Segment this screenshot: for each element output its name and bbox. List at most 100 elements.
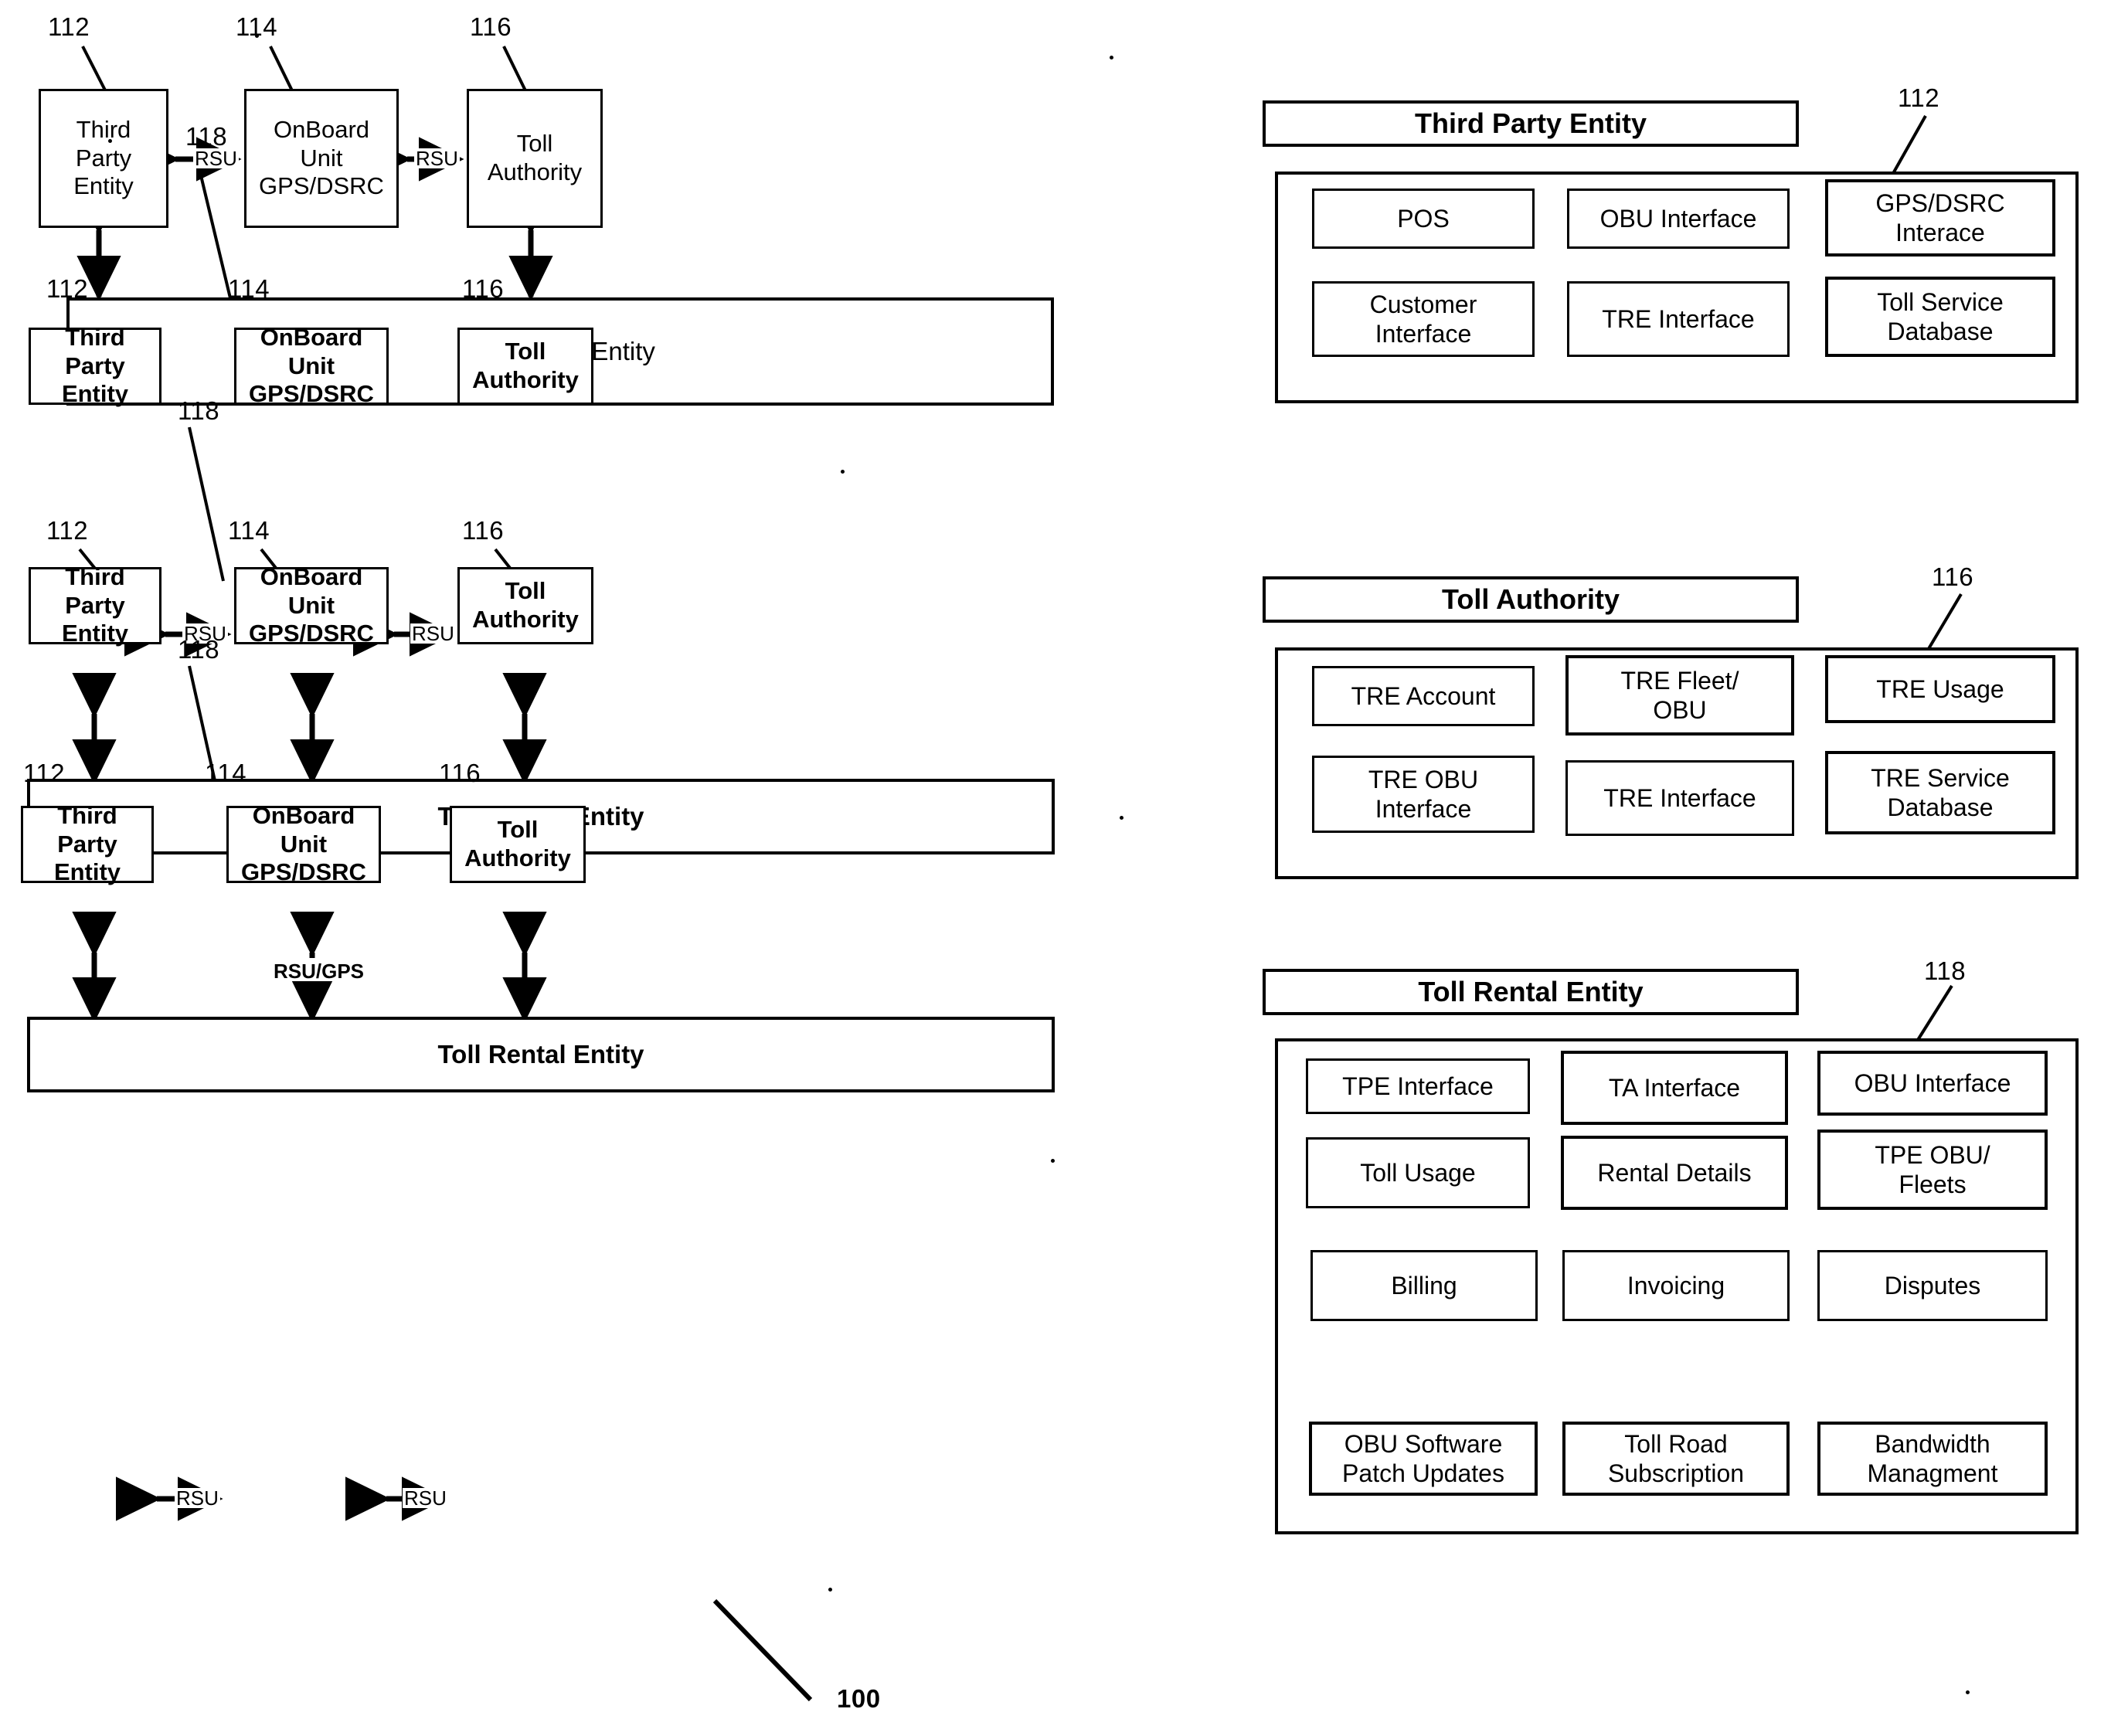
patent-figure-sheet: 112 114 116 118 Third Party Entity OnBoa… — [0, 0, 2128, 1736]
ta-cell-tre-usage[interactable]: TRE Usage — [1825, 655, 2055, 723]
third-party-entity-box-d1: Third Party Entity — [39, 89, 168, 228]
reference-numeral-118-d2: 118 — [178, 396, 220, 425]
reference-numeral-112-d3: 112 — [46, 516, 89, 545]
tre-cell-disputes[interactable]: Disputes — [1817, 1250, 2048, 1321]
ta-cell-tre-fleet-obu[interactable]: TRE Fleet/ OBU — [1565, 655, 1794, 736]
ta-cell-tre-account-label: TRE Account — [1351, 681, 1496, 710]
toll-authority-box-d3: Toll Authority — [457, 567, 593, 644]
third-party-entity-label-d4: Third Party Entity — [53, 802, 121, 886]
third-party-entity-box-d4: Third Party Entity — [21, 802, 154, 885]
scan-speck — [1120, 816, 1123, 820]
tre-cell-toll-usage-label: Toll Usage — [1360, 1158, 1476, 1187]
tpe-cell-tre-interface-label: TRE Interface — [1602, 304, 1755, 333]
tre-cell-tpe-interface[interactable]: TPE Interface — [1306, 1058, 1530, 1114]
tre-cell-obu-software-patch-updates-label: OBU Software Patch Updates — [1342, 1429, 1504, 1487]
tpe-cell-obu-interface-label: OBU Interface — [1599, 204, 1757, 233]
tre-cell-toll-road-subscription[interactable]: Toll Road Subscription — [1562, 1422, 1790, 1496]
toll-rental-entity-label-d3: Toll Rental Entity — [437, 1040, 644, 1069]
ta-cell-tre-usage-label: TRE Usage — [1876, 674, 2004, 703]
rsu-connector-label-d4-b: RSU — [403, 1486, 448, 1510]
tre-cell-rental-details[interactable]: Rental Details — [1561, 1136, 1788, 1210]
reference-numeral-118-d3: 118 — [178, 635, 220, 664]
onboard-unit-box-d4: OnBoard Unit GPS/DSRC — [226, 802, 381, 885]
tre-cell-toll-road-subscription-label: Toll Road Subscription — [1607, 1429, 1745, 1487]
reference-numeral-116-d2: 116 — [462, 274, 505, 303]
toll-authority-label-d4: Toll Authority — [464, 816, 571, 871]
toll-authority-box-d2: Toll Authority — [457, 328, 593, 405]
toll-authority-box-d1: Toll Authority — [467, 89, 603, 228]
onboard-unit-label-d2: OnBoard Unit GPS/DSRC — [249, 324, 374, 408]
toll-authority-label-d3: Toll Authority — [472, 577, 579, 633]
reference-numeral-114-d2: 114 — [228, 274, 270, 303]
ta-cell-tre-account[interactable]: TRE Account — [1312, 666, 1535, 726]
scan-speck — [108, 139, 112, 143]
tre-cell-billing[interactable]: Billing — [1310, 1250, 1538, 1321]
toll-rental-entity-bar-d3: Toll Rental Entity — [27, 1017, 1055, 1092]
onboard-unit-label-d4: OnBoard Unit GPS/DSRC — [241, 802, 366, 886]
reference-numeral-114-d4: 114 — [205, 759, 247, 787]
third-party-entity-panel-header: Third Party Entity — [1263, 100, 1799, 147]
toll-rental-entity-panel-header: Toll Rental Entity — [1263, 969, 1799, 1015]
tre-cell-obu-software-patch-updates[interactable]: OBU Software Patch Updates — [1309, 1422, 1538, 1496]
reference-numeral-112-d1: 112 — [48, 12, 90, 41]
scan-speck — [1110, 56, 1113, 59]
tpe-cell-obu-interface[interactable]: OBU Interface — [1567, 189, 1790, 249]
tpe-cell-gps-dsrc-interface[interactable]: GPS/DSRC Interace — [1825, 179, 2055, 256]
ta-cell-tre-interface[interactable]: TRE Interface — [1565, 760, 1794, 836]
toll-authority-panel-title: Toll Authority — [1442, 583, 1620, 615]
tre-cell-bandwidth-managment-label: Bandwidth Managment — [1867, 1429, 1998, 1487]
third-party-entity-box-d3: Third Party Entity — [29, 563, 161, 647]
scan-speck — [1966, 1690, 1970, 1694]
third-party-entity-label-d3: Third Party Entity — [61, 563, 129, 647]
tre-cell-ta-interface-label: TA Interface — [1608, 1073, 1741, 1102]
third-party-entity-box-d2: Third Party Entity — [29, 324, 161, 407]
tre-cell-obu-interface-label: OBU Interface — [1854, 1068, 2011, 1097]
onboard-unit-box-d1: OnBoard Unit GPS/DSRC — [244, 89, 399, 228]
reference-numeral-114-d3: 114 — [228, 516, 270, 545]
ta-cell-tre-fleet-obu-label: TRE Fleet/ OBU — [1620, 666, 1739, 724]
ta-cell-tre-obu-interface[interactable]: TRE OBU Interface — [1312, 756, 1535, 833]
reference-numeral-116-d4: 116 — [439, 759, 481, 787]
reference-numeral-116-panel: 116 — [1932, 562, 1974, 591]
tre-cell-ta-interface[interactable]: TA Interface — [1561, 1051, 1788, 1125]
rsu-gps-connector-label-d3: RSU/GPS — [272, 960, 366, 983]
third-party-entity-panel-title: Third Party Entity — [1414, 107, 1647, 139]
reference-numeral-116-d3: 116 — [462, 516, 505, 545]
rsu-connector-label-d1-b: RSU — [414, 147, 460, 170]
tre-cell-bandwidth-managment[interactable]: Bandwidth Managment — [1817, 1422, 2048, 1496]
onboard-unit-box-d2: OnBoard Unit GPS/DSRC — [234, 324, 389, 407]
toll-authority-label-d1: Toll Authority — [487, 130, 583, 185]
toll-authority-box-d4: Toll Authority — [450, 806, 586, 883]
tre-cell-rental-details-label: Rental Details — [1597, 1158, 1752, 1187]
tre-cell-invoicing[interactable]: Invoicing — [1562, 1250, 1790, 1321]
tre-cell-tpe-obu-fleets-label: TPE OBU/ Fleets — [1875, 1140, 1990, 1198]
tre-cell-billing-label: Billing — [1391, 1271, 1457, 1299]
tpe-cell-pos[interactable]: POS — [1312, 189, 1535, 249]
toll-authority-label-d2: Toll Authority — [472, 338, 579, 393]
third-party-entity-label-d2: Third Party Entity — [61, 324, 129, 408]
figure-reference-numeral-100: 100 — [837, 1684, 881, 1713]
tre-cell-invoicing-label: Invoicing — [1627, 1271, 1725, 1299]
tpe-cell-tre-interface[interactable]: TRE Interface — [1567, 281, 1790, 357]
tpe-cell-customer-interface-label: Customer Interface — [1369, 290, 1477, 348]
tre-cell-disputes-label: Disputes — [1884, 1271, 1981, 1299]
ta-cell-tre-interface-label: TRE Interface — [1603, 783, 1756, 812]
tpe-cell-gps-dsrc-interface-label: GPS/DSRC Interace — [1875, 189, 2005, 246]
reference-numeral-116-d1: 116 — [470, 12, 512, 41]
ta-cell-tre-service-database-label: TRE Service Database — [1871, 763, 2010, 821]
tre-cell-tpe-obu-fleets[interactable]: TPE OBU/ Fleets — [1817, 1130, 2048, 1210]
rsu-connector-label-d2-b: RSU — [410, 622, 456, 645]
ta-cell-tre-service-database[interactable]: TRE Service Database — [1825, 751, 2055, 834]
third-party-entity-label-d1: Third Party Entity — [73, 116, 134, 200]
tre-cell-toll-usage[interactable]: Toll Usage — [1306, 1137, 1530, 1208]
rsu-connector-label-d4-a: RSU — [175, 1486, 220, 1510]
onboard-unit-label-d3: OnBoard Unit GPS/DSRC — [249, 563, 374, 647]
scan-speck — [841, 470, 845, 474]
onboard-unit-label-d1: OnBoard Unit GPS/DSRC — [259, 116, 384, 200]
reference-numeral-112-panel: 112 — [1898, 83, 1940, 112]
reference-numeral-112-d4: 112 — [23, 759, 66, 787]
tpe-cell-toll-service-database[interactable]: Toll Service Database — [1825, 277, 2055, 357]
rsu-connector-label-d1-a: RSU — [193, 147, 239, 170]
tpe-cell-customer-interface[interactable]: Customer Interface — [1312, 281, 1535, 357]
tre-cell-obu-interface[interactable]: OBU Interface — [1817, 1051, 2048, 1116]
